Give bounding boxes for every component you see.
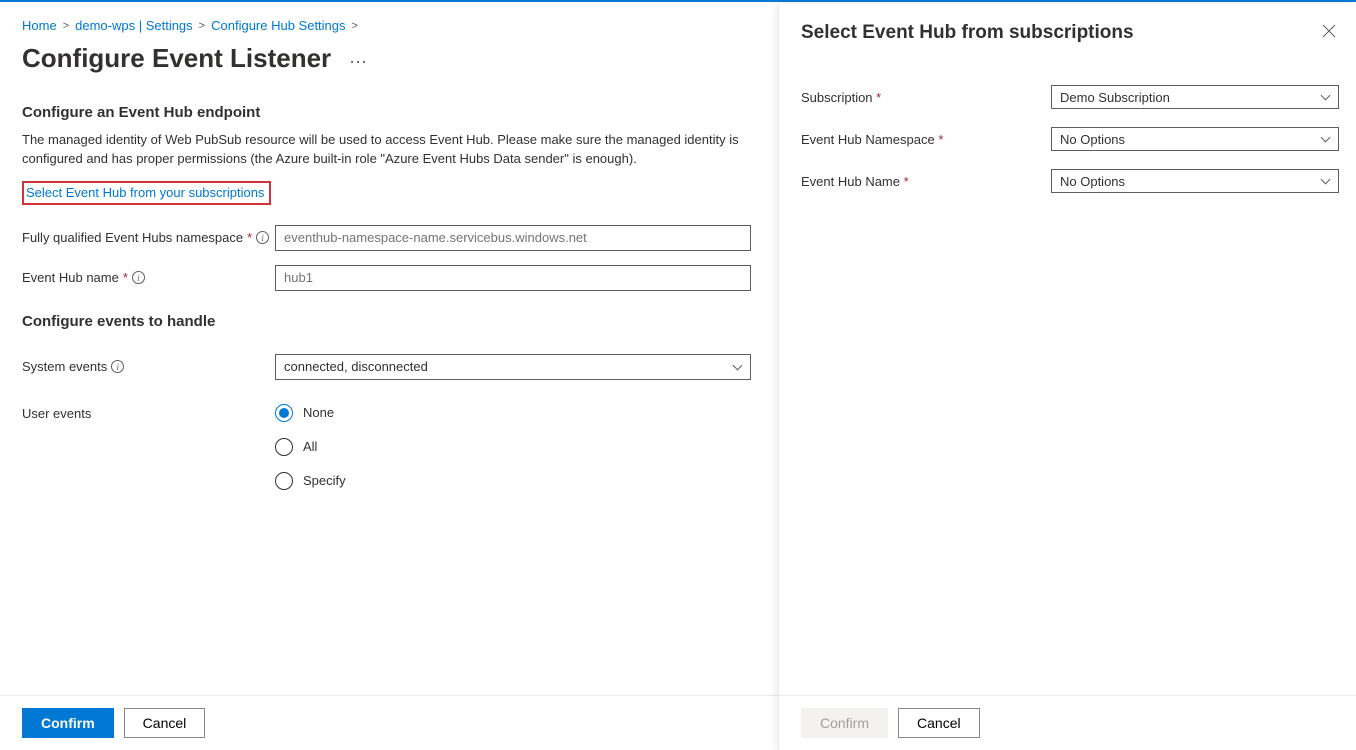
side-confirm-button[interactable]: Confirm (801, 708, 888, 738)
side-panel: Select Event Hub from subscriptions Subs… (778, 4, 1356, 750)
namespace-row: Fully qualified Event Hubs namespace * i (22, 225, 756, 251)
breadcrumb-home[interactable]: Home (22, 18, 57, 33)
chevron-right-icon: > (63, 20, 69, 32)
subscription-row: Subscription * Demo Subscription (801, 85, 1356, 109)
hubname-input[interactable] (275, 265, 751, 291)
side-name-label-text: Event Hub Name (801, 174, 900, 189)
system-events-row: System events i connected, disconnected (22, 354, 756, 380)
side-header: Select Event Hub from subscriptions (801, 22, 1356, 45)
side-namespace-value: No Options (1060, 132, 1125, 147)
system-events-label: System events i (22, 359, 275, 374)
page-title-row: Configure Event Listener ⋯ (22, 43, 756, 74)
required-indicator: * (938, 132, 943, 147)
hubname-label-text: Event Hub name (22, 270, 119, 285)
chevron-right-icon: > (352, 20, 358, 32)
info-icon[interactable]: i (132, 271, 145, 284)
breadcrumb-settings[interactable]: demo-wps | Settings (75, 18, 193, 33)
radio-icon (275, 404, 293, 422)
namespace-label-text: Fully qualified Event Hubs namespace (22, 230, 243, 245)
confirm-button[interactable]: Confirm (22, 708, 114, 738)
side-namespace-label: Event Hub Namespace * (801, 132, 1051, 147)
required-indicator: * (247, 230, 252, 245)
chevron-down-icon (1320, 134, 1330, 144)
breadcrumb-configure-hub[interactable]: Configure Hub Settings (211, 18, 345, 33)
side-name-label: Event Hub Name * (801, 174, 1051, 189)
cancel-button[interactable]: Cancel (124, 708, 206, 738)
system-events-value: connected, disconnected (284, 359, 428, 374)
main-footer: Confirm Cancel (0, 695, 778, 750)
side-footer: Confirm Cancel (779, 695, 1356, 750)
subscription-label: Subscription * (801, 90, 1051, 105)
system-events-label-text: System events (22, 359, 107, 374)
more-actions-button[interactable]: ⋯ (349, 52, 367, 73)
radio-none[interactable]: None (275, 404, 346, 422)
breadcrumb: Home > demo-wps | Settings > Configure H… (22, 18, 756, 33)
chevron-right-icon: > (199, 20, 205, 32)
chevron-down-icon (1320, 92, 1330, 102)
hubname-label: Event Hub name * i (22, 270, 275, 285)
side-namespace-label-text: Event Hub Namespace (801, 132, 935, 147)
radio-icon (275, 438, 293, 456)
side-namespace-row: Event Hub Namespace * No Options (801, 127, 1356, 151)
close-icon (1322, 24, 1336, 38)
section-heading-events: Configure events to handle (22, 313, 756, 330)
side-panel-title: Select Event Hub from subscriptions (801, 22, 1134, 44)
side-cancel-button[interactable]: Cancel (898, 708, 980, 738)
side-name-select[interactable]: No Options (1051, 169, 1339, 193)
section-heading-endpoint: Configure an Event Hub endpoint (22, 104, 756, 121)
radio-label-none: None (303, 405, 334, 420)
namespace-label: Fully qualified Event Hubs namespace * i (22, 230, 275, 245)
chevron-down-icon (732, 362, 742, 372)
radio-icon (275, 472, 293, 490)
main-panel: Home > demo-wps | Settings > Configure H… (0, 4, 778, 750)
required-indicator: * (123, 270, 128, 285)
info-icon[interactable]: i (111, 360, 124, 373)
radio-label-specify: Specify (303, 473, 346, 488)
side-namespace-select[interactable]: No Options (1051, 127, 1339, 151)
endpoint-description: The managed identity of Web PubSub resou… (22, 131, 752, 169)
user-events-label-text: User events (22, 406, 91, 421)
side-name-row: Event Hub Name * No Options (801, 169, 1356, 193)
radio-label-all: All (303, 439, 317, 454)
subscription-select[interactable]: Demo Subscription (1051, 85, 1339, 109)
subscription-label-text: Subscription (801, 90, 873, 105)
select-event-hub-link[interactable]: Select Event Hub from your subscriptions (22, 181, 271, 205)
chevron-down-icon (1320, 176, 1330, 186)
subscription-value: Demo Subscription (1060, 90, 1170, 105)
required-indicator: * (876, 90, 881, 105)
radio-specify[interactable]: Specify (275, 472, 346, 490)
system-events-select[interactable]: connected, disconnected (275, 354, 751, 380)
required-indicator: * (904, 174, 909, 189)
user-events-row: User events None All Specify (22, 404, 756, 490)
radio-all[interactable]: All (275, 438, 346, 456)
user-events-label: User events (22, 404, 275, 421)
page-title: Configure Event Listener (22, 43, 331, 74)
close-button[interactable] (1320, 22, 1338, 45)
hubname-row: Event Hub name * i (22, 265, 756, 291)
side-name-value: No Options (1060, 174, 1125, 189)
info-icon[interactable]: i (256, 231, 269, 244)
user-events-radio-group: None All Specify (275, 404, 346, 490)
namespace-input[interactable] (275, 225, 751, 251)
